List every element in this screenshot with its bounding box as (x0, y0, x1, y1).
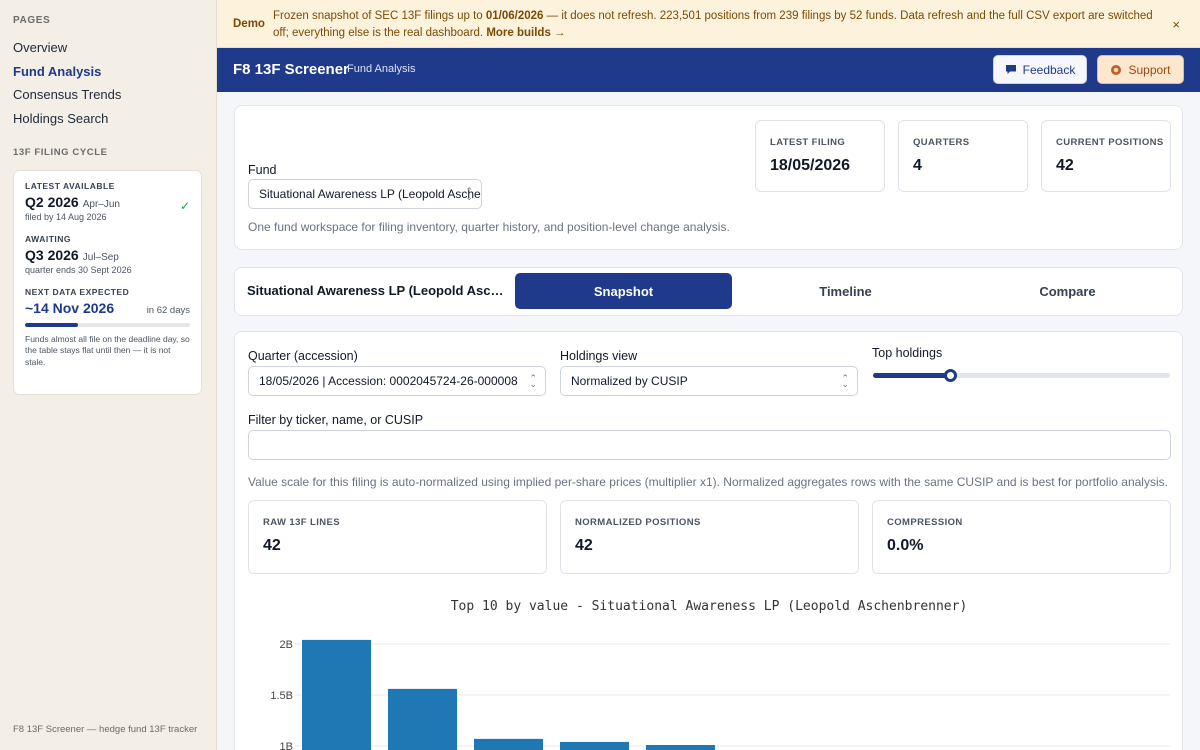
quarter-label: Quarter (accession) (248, 349, 358, 363)
filter-input[interactable] (248, 430, 1171, 460)
latest-filed-by: filed by 14 Aug 2026 (25, 212, 107, 222)
fund-panel: Fund Situational Awareness LP (Leopold A… (234, 105, 1183, 250)
sidebar: PAGES Overview Fund Analysis Consensus T… (0, 0, 217, 750)
banner-text: Frozen snapshot of SEC 13F filings up to… (273, 10, 1153, 39)
stat-raw-lines: RAW 13F LINES 42 (248, 500, 547, 574)
app-subtitle: Fund Analysis (347, 63, 416, 75)
coffee-icon (1111, 64, 1122, 75)
chevron-updown-icon: ⌃ ⌄ (529, 373, 537, 389)
stat-latest-filing: LATEST FILING 18/05/2026 (755, 120, 885, 192)
check-icon: ✓ (179, 199, 190, 213)
next-data-label: NEXT DATA EXPECTED (25, 287, 130, 297)
latest-available-label: LATEST AVAILABLE (25, 181, 115, 191)
close-icon[interactable]: × (1172, 16, 1180, 35)
fund-select[interactable]: Situational Awareness LP (Leopold Aschen… (248, 179, 482, 209)
holdings-view-select[interactable]: Normalized by CUSIP ⌃ ⌄ (560, 366, 858, 396)
demo-tag: Demo (233, 18, 265, 30)
nav-consensus-trends[interactable]: Consensus Trends (13, 87, 121, 102)
tab-snapshot[interactable]: Snapshot (515, 273, 732, 309)
stat-normalized-positions: NORMALIZED POSITIONS 42 (560, 500, 859, 574)
stat-current-positions: CURRENT POSITIONS 42 (1041, 120, 1171, 192)
holdings-view-label: Holdings view (560, 349, 638, 363)
pages-heading: PAGES (13, 15, 51, 26)
next-data-date: ~14 Nov 2026 (25, 300, 115, 316)
y-tick-label: 1B (280, 741, 293, 750)
nav-overview[interactable]: Overview (13, 40, 67, 55)
fund-label: Fund (248, 163, 277, 177)
latest-quarter: Q2 2026 Apr–Jun (25, 194, 120, 210)
top-holdings-label: Top holdings (872, 346, 943, 360)
filter-label: Filter by ticker, name, or CUSIP (248, 413, 424, 427)
nav-fund-analysis[interactable]: Fund Analysis (13, 64, 101, 79)
cycle-progress-fill (25, 323, 78, 327)
chart-bar[interactable] (302, 639, 371, 750)
chevron-updown-icon: ⌃ ⌄ (465, 186, 473, 202)
chart-title: Top 10 by value - Situational Awareness … (450, 599, 968, 614)
demo-banner: Demo Frozen snapshot of SEC 13F filings … (217, 0, 1200, 48)
top-holdings-chart: 1B 1.5B 2B (270, 639, 1170, 750)
slider-thumb[interactable] (944, 369, 958, 382)
feedback-button[interactable]: Feedback (993, 55, 1087, 84)
fund-help-text: One fund workspace for filing inventory,… (248, 220, 730, 234)
chart-bar[interactable] (388, 688, 457, 750)
top-bar: F8 13F Screener Fund Analysis Feedback S… (217, 48, 1200, 92)
tab-compare[interactable]: Compare (959, 273, 1176, 309)
awaiting-quarter: Q3 2026 Jul–Sep (25, 247, 119, 263)
cycle-note: Funds almost all file on the deadline da… (25, 334, 190, 367)
chart-bar[interactable] (474, 738, 543, 750)
awaiting-label: AWAITING (25, 234, 72, 244)
snapshot-panel: Quarter (accession) 18/05/2026 | Accessi… (234, 331, 1183, 750)
quarter-select[interactable]: 18/05/2026 | Accession: 0002045724-26-00… (248, 366, 546, 396)
y-tick-label: 1.5B (270, 690, 293, 702)
sidebar-footer: F8 13F Screener — hedge fund 13F tracker (13, 724, 198, 735)
speech-bubble-icon (1005, 65, 1016, 74)
tab-timeline[interactable]: Timeline (737, 273, 954, 309)
value-scale-help: Value scale for this filing is auto-norm… (248, 475, 1168, 489)
nav-holdings-search[interactable]: Holdings Search (13, 111, 108, 126)
next-data-days: in 62 days (146, 305, 190, 316)
more-builds-link[interactable]: More builds → (486, 27, 565, 39)
app-title: F8 13F Screener (233, 61, 349, 78)
y-tick-label: 2B (280, 639, 293, 651)
top-holdings-slider[interactable] (873, 369, 1170, 382)
cycle-progress-bar (25, 323, 190, 327)
support-button[interactable]: Support (1097, 55, 1184, 84)
stat-quarters: QUARTERS 4 (898, 120, 1028, 192)
chart-bar[interactable] (560, 741, 629, 750)
slider-fill (873, 373, 951, 378)
stat-compression: COMPRESSION 0.0% (872, 500, 1171, 574)
filing-cycle-heading: 13F FILING CYCLE (13, 147, 108, 158)
chevron-updown-icon: ⌃ ⌄ (841, 373, 849, 389)
tab-bar: Situational Awareness LP (Leopold Aschen… (234, 267, 1183, 316)
chart-bar[interactable] (646, 744, 715, 750)
filing-cycle-card: LATEST AVAILABLE Q2 2026 Apr–Jun ✓ filed … (13, 170, 202, 395)
tab-fund-name: Situational Awareness LP (Leopold Aschen… (247, 283, 509, 298)
awaiting-quarter-end: quarter ends 30 Sept 2026 (25, 265, 132, 275)
